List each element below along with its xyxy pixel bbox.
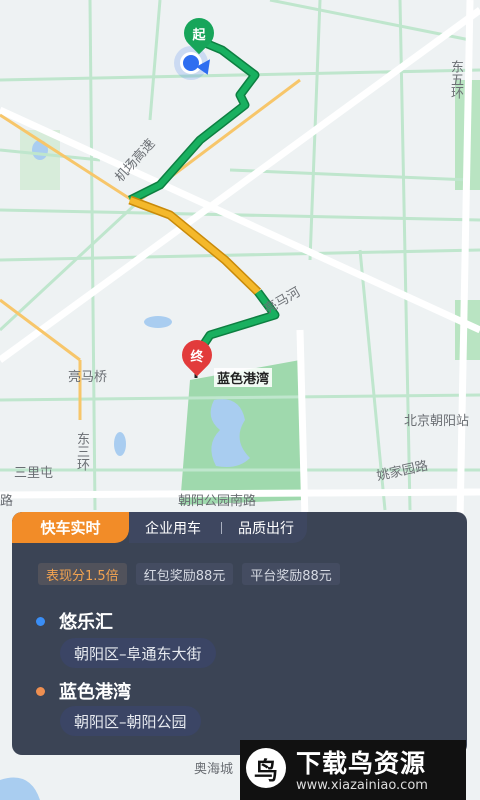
pickup-name: 悠乐汇 — [59, 612, 113, 633]
dropoff-address: 朝阳区–朝阳公园 — [60, 706, 201, 736]
order-card[interactable]: 快车实时 企业用车 品质出行 表现分1.5倍 红包奖励88元 平台奖励88元 悠… — [12, 512, 467, 755]
dropoff-row[interactable]: 蓝色港湾 — [36, 678, 131, 704]
road-label: 路 — [0, 494, 14, 509]
dropoff-dot-icon — [36, 686, 45, 696]
reward-badges: 表现分1.5倍 红包奖励88元 平台奖励88元 — [38, 563, 340, 585]
platform-badge: 平台奖励88元 — [242, 563, 340, 585]
lake — [144, 316, 172, 328]
road-label: 奥海城 — [194, 762, 234, 777]
road-label: 北京朝阳站 — [404, 414, 470, 429]
score-badge: 表现分1.5倍 — [38, 563, 127, 585]
road-label: 亮马桥 — [68, 370, 108, 385]
pickup-row[interactable]: 悠乐汇 — [36, 608, 113, 634]
service-tabs: 快车实时 企业用车 品质出行 — [12, 512, 467, 543]
road-label: 东五环 — [448, 60, 463, 99]
destination-label: 蓝色港湾 — [214, 368, 273, 387]
pickup-dot-icon — [36, 616, 45, 626]
watermark-url: www.xiazainiao.com — [296, 778, 428, 793]
bird-logo-icon: 鸟 — [246, 748, 286, 788]
redpacket-badge: 红包奖励88元 — [135, 563, 234, 585]
lake — [114, 432, 126, 456]
pickup-address: 朝阳区–阜通东大街 — [60, 638, 216, 668]
tab-express-realtime[interactable]: 快车实时 — [12, 512, 129, 543]
road-label: 三里屯 — [14, 466, 54, 481]
watermark-banner: 鸟 下载鸟资源 www.xiazainiao.com — [240, 740, 466, 800]
road-label: 朝阳公园南路 — [178, 494, 257, 509]
tab-premium[interactable]: 品质出行 — [226, 512, 306, 543]
dropoff-name: 蓝色港湾 — [59, 682, 131, 703]
watermark-title: 下载鸟资源 — [296, 749, 427, 778]
tab-divider — [221, 522, 222, 534]
road-label: 东三环 — [74, 432, 89, 471]
tab-enterprise[interactable]: 企业用车 — [134, 512, 212, 543]
